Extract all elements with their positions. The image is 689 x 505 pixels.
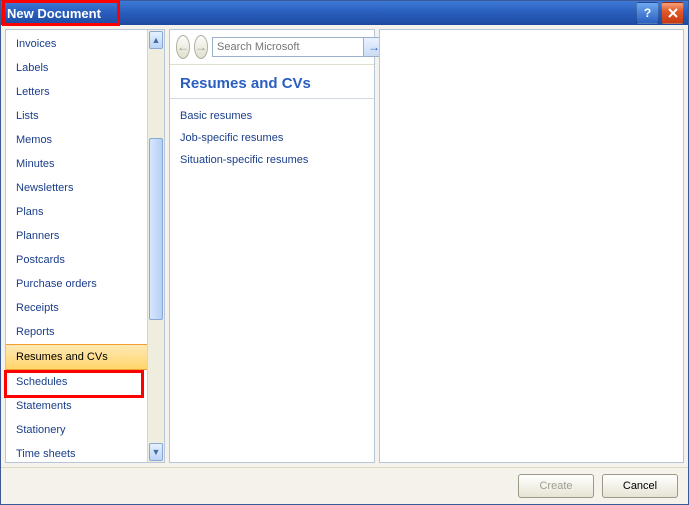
sidebar-item-letters[interactable]: Letters <box>6 80 147 104</box>
arrow-right-icon: → <box>195 40 207 54</box>
nav-back-button[interactable]: ← <box>176 35 190 59</box>
category-heading: Resumes and CVs <box>170 65 374 99</box>
create-button: Create <box>518 474 594 498</box>
template-list-pane: ← → → Resumes and CVs Basic resumes Job-… <box>169 29 375 463</box>
sidebar-item-memos[interactable]: Memos <box>6 128 147 152</box>
help-button[interactable]: ? <box>636 2 659 24</box>
dialog-footer: Create Cancel <box>1 467 688 504</box>
subcategory-job-specific-resumes[interactable]: Job-specific resumes <box>180 127 364 149</box>
title-bar: New Document ? <box>1 1 688 25</box>
sidebar-item-receipts[interactable]: Receipts <box>6 296 147 320</box>
sidebar-item-plans[interactable]: Plans <box>6 200 147 224</box>
close-icon <box>668 8 678 18</box>
sidebar-item-lists[interactable]: Lists <box>6 104 147 128</box>
search-input[interactable] <box>212 37 363 57</box>
sidebar-item-stationery[interactable]: Stationery <box>6 418 147 442</box>
scroll-thumb[interactable] <box>149 138 163 320</box>
sidebar-scrollbar[interactable]: ▲ ▼ <box>147 30 164 462</box>
category-sidebar: Invoices Labels Letters Lists Memos Minu… <box>5 29 165 463</box>
sidebar-item-postcards[interactable]: Postcards <box>6 248 147 272</box>
chevron-down-icon: ▼ <box>152 447 161 457</box>
close-button[interactable] <box>661 2 684 24</box>
sidebar-item-labels[interactable]: Labels <box>6 56 147 80</box>
preview-pane <box>379 29 684 463</box>
new-document-dialog: New Document ? Invoices Labels Letters L… <box>0 0 689 505</box>
category-list: Invoices Labels Letters Lists Memos Minu… <box>6 30 147 462</box>
subcategory-basic-resumes[interactable]: Basic resumes <box>180 105 364 127</box>
sidebar-item-statements[interactable]: Statements <box>6 394 147 418</box>
cancel-button[interactable]: Cancel <box>602 474 678 498</box>
middle-toolbar: ← → → <box>170 30 374 65</box>
scroll-down-button[interactable]: ▼ <box>149 443 163 461</box>
subcategory-situation-specific-resumes[interactable]: Situation-specific resumes <box>180 149 364 171</box>
window-title: New Document <box>7 6 101 21</box>
chevron-up-icon: ▲ <box>152 35 161 45</box>
sidebar-item-purchase-orders[interactable]: Purchase orders <box>6 272 147 296</box>
sidebar-item-time-sheets[interactable]: Time sheets <box>6 442 147 462</box>
arrow-left-icon: ← <box>177 40 189 54</box>
sidebar-item-minutes[interactable]: Minutes <box>6 152 147 176</box>
sidebar-item-schedules[interactable]: Schedules <box>6 370 147 394</box>
nav-forward-button[interactable]: → <box>194 35 208 59</box>
sidebar-item-reports[interactable]: Reports <box>6 320 147 344</box>
subcategory-list: Basic resumes Job-specific resumes Situa… <box>170 99 374 177</box>
sidebar-item-newsletters[interactable]: Newsletters <box>6 176 147 200</box>
sidebar-item-resumes-and-cvs[interactable]: Resumes and CVs <box>6 344 147 370</box>
scroll-up-button[interactable]: ▲ <box>149 31 163 49</box>
scroll-track[interactable] <box>148 50 164 442</box>
sidebar-item-planners[interactable]: Planners <box>6 224 147 248</box>
sidebar-item-invoices[interactable]: Invoices <box>6 32 147 56</box>
